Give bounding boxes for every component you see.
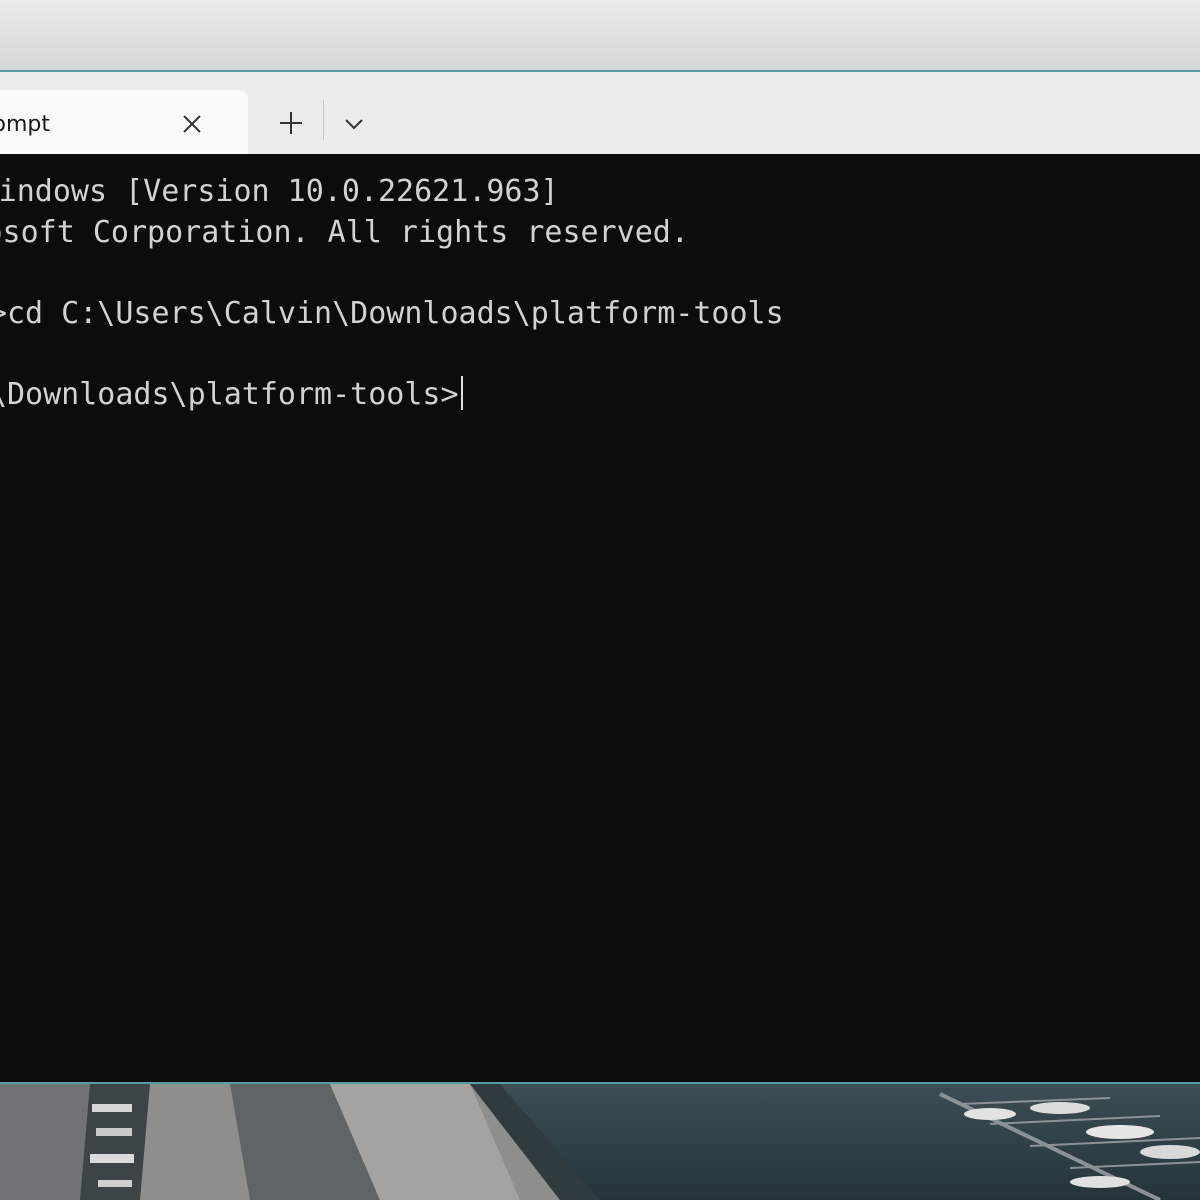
- chevron-down-icon[interactable]: [336, 106, 372, 142]
- prompt-text: C:\Users\Calvin\Downloads\platform-tools…: [0, 377, 459, 412]
- tab-separator: [323, 100, 324, 140]
- tab-title: Command Prompt: [0, 112, 50, 137]
- close-icon[interactable]: [176, 108, 208, 140]
- console-output[interactable]: Microsoft Windows [Version 10.0.22621.96…: [0, 154, 1200, 1082]
- console-line-version: Microsoft Windows [Version 10.0.22621.96…: [0, 174, 559, 209]
- tab-command-prompt[interactable]: Command Prompt: [0, 90, 248, 154]
- plus-icon[interactable]: [272, 104, 310, 142]
- tab-bar: Command Prompt: [0, 72, 1200, 154]
- terminal-window: Command Prompt Microsoft Windows [Versio…: [0, 70, 1200, 1084]
- text-cursor: [460, 376, 463, 410]
- desktop-background-top: [0, 0, 1200, 70]
- console-line-cd-command: C:\Users\Calvin>cd C:\Users\Calvin\Downl…: [0, 296, 784, 331]
- console-line-prompt: C:\Users\Calvin\Downloads\platform-tools…: [0, 375, 463, 415]
- console-line-copyright: (c) Microsoft Corporation. All rights re…: [0, 215, 689, 250]
- desktop-background-bottom: [0, 1084, 1200, 1200]
